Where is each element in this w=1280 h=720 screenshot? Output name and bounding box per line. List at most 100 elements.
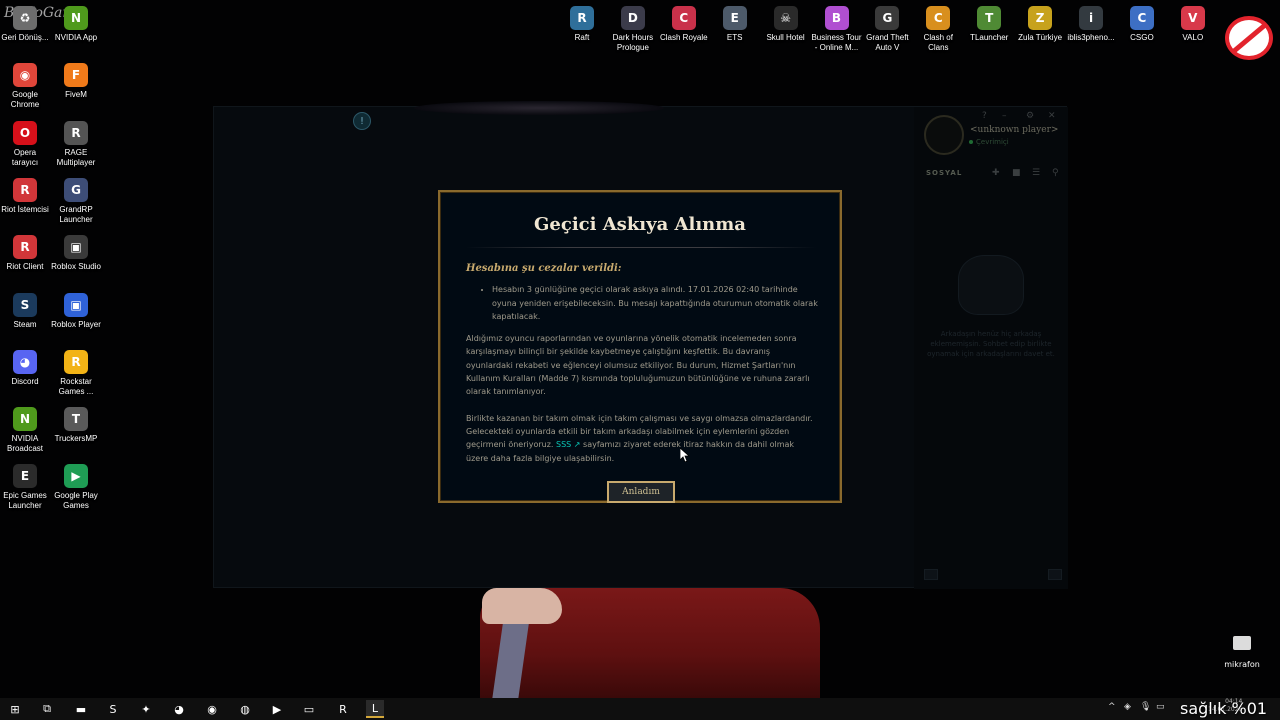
desktop-shortcut[interactable]: C Clash Royale — [658, 6, 710, 43]
desktop-shortcut-label: Dark Hours Prologue — [612, 33, 654, 52]
desktop-shortcut[interactable]: ◕ Discord — [0, 349, 50, 387]
desktop-shortcut[interactable]: R Raft — [556, 6, 608, 43]
ets-icon: E — [722, 6, 747, 30]
mic-widget[interactable]: mikrafon — [1220, 636, 1264, 669]
desktop-shortcut[interactable]: B Business Tour - Online M... — [811, 6, 863, 53]
csgo-icon: C — [1129, 6, 1154, 30]
desktop-shortcut[interactable]: ☠ Skull Hotel — [760, 6, 812, 43]
search-icon[interactable]: ⚲ — [1052, 168, 1059, 178]
desktop-shortcut-label: Epic Games Launcher — [3, 491, 47, 511]
desktop-shortcut-label: Zula Türkiye — [1018, 33, 1063, 42]
desktop-shortcut[interactable]: Z Zula Türkiye — [1014, 6, 1066, 43]
chrome-taskbar-icon[interactable]: ◉ — [203, 700, 221, 718]
info-icon[interactable]: ! — [353, 112, 371, 130]
modal-title: Geçici Askıya Alınma — [534, 214, 746, 235]
start-button[interactable]: ⊞ — [6, 700, 24, 718]
google-play-taskbar-icon[interactable]: ▶ — [268, 700, 286, 718]
desktop-shortcut[interactable]: G GrandRP Launcher — [51, 177, 101, 225]
desktop-shortcut[interactable]: N NVIDIA Broadcast — [0, 407, 50, 454]
nvidia-broadcast-icon: N — [13, 407, 37, 432]
desktop-shortcut[interactable]: V VALO — [1167, 6, 1219, 43]
truckersmp-icon: T — [64, 407, 88, 432]
desktop-shortcut[interactable]: N NVIDIA App — [51, 6, 101, 43]
desktop-shortcut-label: Grand Theft Auto V — [866, 33, 909, 52]
grandrp-icon: G — [64, 177, 88, 202]
desktop-shortcut[interactable]: i iblis3pheno... — [1065, 6, 1117, 43]
desktop-shortcut[interactable]: ▣ Roblox Studio — [51, 235, 101, 272]
terminal-icon[interactable]: ▭ — [300, 700, 318, 718]
add-friend-icon[interactable]: ✚ — [992, 168, 1000, 178]
desktop-shortcut[interactable]: E Epic Games Launcher — [0, 464, 50, 511]
desktop-shortcut[interactable]: E ETS — [709, 6, 761, 43]
gpu-tool-icon[interactable]: ◍ — [236, 700, 254, 718]
riot-taskbar-icon[interactable]: R — [334, 700, 352, 718]
minimize-icon[interactable]: – — [1002, 111, 1007, 121]
desktop-shortcut[interactable]: T TLauncher — [963, 6, 1015, 43]
zula-icon: Z — [1028, 6, 1053, 30]
discord-taskbar-icon[interactable]: ◕ — [170, 700, 188, 718]
penalty-list: Hesabın 3 günlüğüne geçici olarak askıya… — [466, 283, 818, 323]
social-panel: <unknown player> Çevrimiçi ? – ⚙ ✕ SOSYA… — [914, 107, 1068, 589]
close-icon[interactable]: ✕ — [1048, 111, 1056, 121]
list-icon[interactable]: ☰ — [1032, 168, 1040, 178]
desktop-shortcut-label: Steam — [13, 319, 37, 329]
chat-icon[interactable] — [924, 569, 938, 580]
help-icon[interactable]: ? — [982, 111, 987, 121]
tray-display-icon[interactable]: ▭ — [1156, 702, 1165, 712]
desktop-shortcut-label: Clash Royale — [660, 33, 708, 42]
faq-link[interactable]: SSS ↗ — [556, 440, 580, 449]
clash-royale-icon: C — [671, 6, 696, 30]
settings-icon[interactable]: ⚙ — [1026, 111, 1034, 121]
desktop-shortcut[interactable]: D Dark Hours Prologue — [607, 6, 659, 53]
desktop-shortcut[interactable]: F FiveM — [51, 63, 101, 100]
roblox-studio-icon: ▣ — [64, 235, 88, 260]
player-name[interactable]: <unknown player> — [970, 125, 1058, 135]
desktop-shortcut[interactable]: ♻ Geri Dönüş... — [0, 6, 50, 43]
desktop-shortcut[interactable]: ▶ Google Play Games — [51, 464, 101, 511]
desktop-shortcut[interactable]: C CSGO — [1116, 6, 1168, 43]
desktop-shortcut-label: CSGO — [1130, 33, 1154, 42]
empty-friends-text: Arkadaşın henüz hiç arkadaş eklememişsin… — [927, 330, 1055, 358]
steam-taskbar-icon[interactable]: S — [104, 700, 122, 718]
tray-mic-icon[interactable]: 🎙 — [1140, 702, 1151, 712]
desktop-shortcut-label: Clash of Clans — [923, 33, 953, 52]
desktop-shortcut[interactable]: C Clash of Clans — [912, 6, 964, 53]
desktop-shortcut-label: iblis3pheno... — [1067, 33, 1115, 42]
desktop-shortcut[interactable]: R RAGE Multiplayer — [51, 120, 101, 168]
desktop-shortcut[interactable]: S Steam — [0, 292, 50, 330]
player-status[interactable]: Çevrimiçi — [969, 138, 1009, 146]
fivem-icon: F — [64, 63, 88, 88]
desktop-shortcut[interactable]: R Riot Client — [0, 235, 50, 272]
raft-icon: R — [570, 6, 594, 30]
report-icon[interactable] — [1048, 569, 1062, 580]
league-taskbar-icon[interactable]: L — [366, 700, 384, 718]
desktop-shortcut[interactable]: R Rockstar Games ... — [51, 349, 101, 397]
no-smoking-icon — [1225, 16, 1273, 60]
riot-client-icon: R — [13, 177, 37, 202]
skull-hotel-icon: ☠ — [773, 6, 798, 30]
avatar[interactable] — [924, 115, 964, 155]
splash-art — [414, 101, 664, 115]
file-explorer-icon[interactable]: ▬ — [72, 700, 90, 718]
copilot-icon[interactable]: ✦ — [137, 700, 155, 718]
desktop-shortcut-label: VALO — [1182, 33, 1204, 42]
desktop-shortcut[interactable]: O Opera tarayıcı — [0, 120, 50, 168]
task-view-icon[interactable]: ⧉ — [38, 700, 56, 718]
desktop-shortcut-label: Google Chrome — [10, 90, 40, 110]
folder-icon[interactable]: ■ — [1012, 168, 1021, 178]
desktop-shortcut[interactable]: ◉ Google Chrome — [0, 63, 50, 110]
dark-hours-icon: D — [620, 6, 645, 30]
acknowledge-button[interactable]: Anladım — [607, 481, 675, 503]
google-play-games-icon: ▶ — [64, 464, 88, 489]
tray-app-icon[interactable]: ◈ — [1124, 702, 1131, 712]
desktop-shortcut[interactable]: R Riot İstemcisi — [0, 177, 50, 215]
desktop-shortcut[interactable]: T TruckersMP — [51, 407, 101, 444]
suspension-modal: Geçici Askıya Alınma Hesabına şu cezalar… — [438, 190, 842, 503]
desktop-shortcut[interactable]: G Grand Theft Auto V — [861, 6, 913, 53]
roblox-player-icon: ▣ — [64, 292, 88, 317]
tray-chevron-icon[interactable]: ^ — [1108, 702, 1116, 712]
desktop-shortcut[interactable]: ▣ Roblox Player — [51, 292, 101, 330]
modal-divider — [466, 247, 816, 248]
desktop-shortcut-label: Roblox Player — [51, 319, 101, 329]
recycle-bin-icon: ♻ — [13, 6, 37, 30]
